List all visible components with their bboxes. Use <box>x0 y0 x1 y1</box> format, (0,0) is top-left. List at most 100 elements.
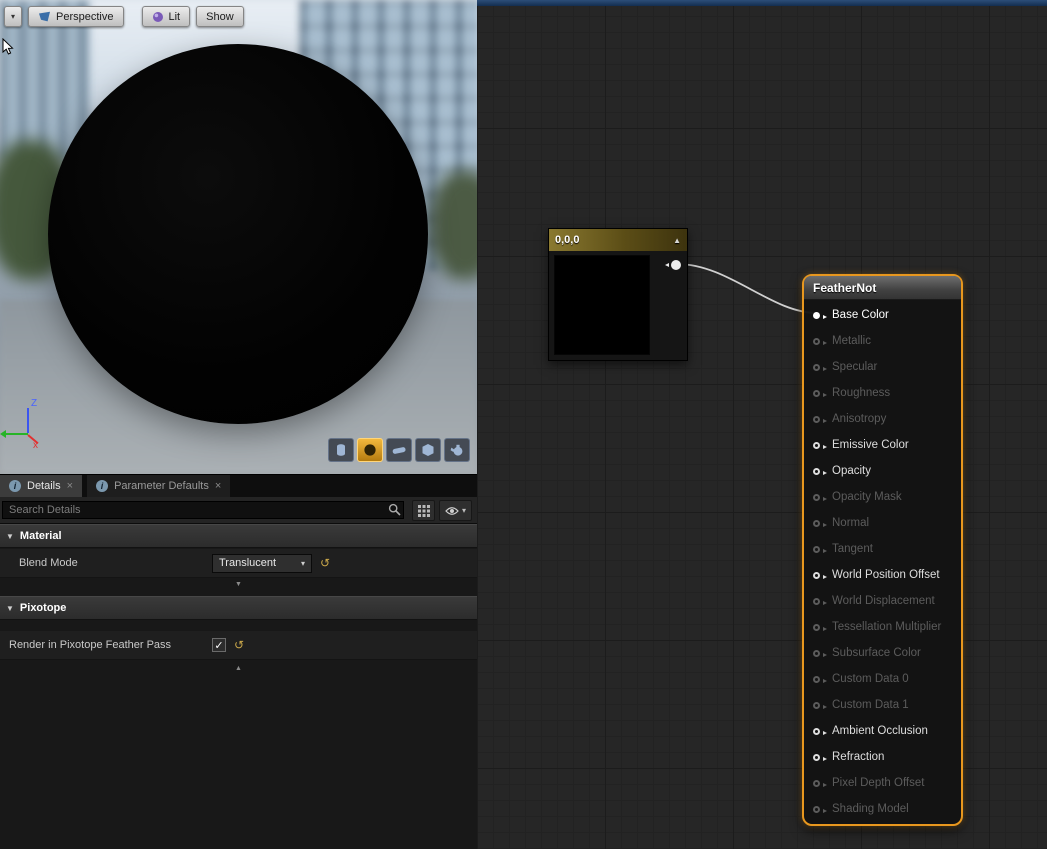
cube-icon <box>420 442 436 458</box>
material-pin[interactable]: Custom Data 1 <box>804 692 961 718</box>
lit-label: Lit <box>169 11 181 23</box>
pin-icon <box>813 390 820 397</box>
lit-button[interactable]: Lit <box>142 6 191 27</box>
material-pin[interactable]: Emissive Color <box>804 432 961 458</box>
pin-label: Metallic <box>832 335 871 347</box>
perspective-label: Perspective <box>56 11 113 23</box>
collapse-up-icon: ▲ <box>235 665 242 672</box>
lit-icon <box>152 11 164 23</box>
material-pin[interactable]: Anisotropy <box>804 406 961 432</box>
pin-label: Emissive Color <box>832 439 909 451</box>
material-pin[interactable]: Tessellation Multiplier <box>804 614 961 640</box>
section-header-pixotope[interactable]: ▼ Pixotope <box>0 596 477 620</box>
category-splitter-up[interactable]: ▲ <box>0 664 477 674</box>
preview-viewport[interactable]: ▾ Perspective Lit Show Z <box>0 0 477 474</box>
pin-icon <box>813 650 820 657</box>
feather-pass-checkbox[interactable]: ✓ <box>212 638 226 652</box>
axis-y-line <box>5 433 28 435</box>
material-pin[interactable]: Metallic <box>804 328 961 354</box>
blend-mode-value: Translucent <box>219 557 276 569</box>
material-pin[interactable]: Roughness <box>804 380 961 406</box>
material-node-title: FeatherNot <box>813 281 876 295</box>
material-pin[interactable]: Subsurface Color <box>804 640 961 666</box>
reset-to-default-icon[interactable]: ↺ <box>320 557 330 569</box>
preview-shape-custom-mesh-button[interactable] <box>444 438 470 462</box>
blend-mode-label: Blend Mode <box>0 557 78 569</box>
material-pin[interactable]: Shading Model <box>804 796 961 822</box>
pin-label: Ambient Occlusion <box>832 725 928 737</box>
material-pin[interactable]: World Displacement <box>804 588 961 614</box>
close-icon[interactable]: × <box>67 480 73 492</box>
material-pin[interactable]: Opacity <box>804 458 961 484</box>
material-pin[interactable]: Opacity Mask <box>804 484 961 510</box>
section-header-material[interactable]: ▼ Material <box>0 524 477 548</box>
pin-icon <box>813 572 820 579</box>
left-column: ▾ Perspective Lit Show Z <box>0 0 477 849</box>
pin-icon <box>813 494 820 501</box>
preview-shape-cube-button[interactable] <box>415 438 441 462</box>
material-pin[interactable]: Specular <box>804 354 961 380</box>
pin-icon <box>813 728 820 735</box>
expand-down-icon: ▼ <box>235 581 242 588</box>
material-pin[interactable]: Custom Data 0 <box>804 666 961 692</box>
mouse-cursor <box>2 38 14 56</box>
show-button[interactable]: Show <box>196 6 244 27</box>
axis-z-label: Z <box>31 398 37 409</box>
preview-sphere <box>48 44 428 424</box>
pin-icon <box>813 442 820 449</box>
pin-label: Refraction <box>832 751 884 763</box>
material-result-node[interactable]: FeatherNot Base Color Metallic Specular … <box>802 274 963 826</box>
custom-mesh-icon <box>449 442 465 458</box>
constant-color-node[interactable]: 0,0,0 ▲ <box>548 228 688 361</box>
feather-pass-row: Render in Pixotope Feather Pass ✓ ↺ <box>0 631 477 660</box>
tab-parameter-defaults-label: Parameter Defaults <box>114 480 209 492</box>
tab-details[interactable]: i Details × <box>0 475 82 497</box>
material-pin[interactable]: Ambient Occlusion <box>804 718 961 744</box>
perspective-button[interactable]: Perspective <box>28 6 123 27</box>
close-icon[interactable]: × <box>215 480 221 492</box>
material-node-header[interactable]: FeatherNot <box>804 276 961 300</box>
pin-icon <box>813 806 820 813</box>
pin-label: Custom Data 0 <box>832 673 909 685</box>
category-splitter-down[interactable]: ▼ <box>0 580 477 590</box>
axis-z-line <box>27 408 29 433</box>
reset-to-default-icon[interactable]: ↺ <box>234 639 244 651</box>
details-tabbar: i Details × i Parameter Defaults × <box>0 475 477 497</box>
output-pin[interactable] <box>671 260 681 270</box>
pin-label: Custom Data 1 <box>832 699 909 711</box>
material-pin[interactable]: Normal <box>804 510 961 536</box>
material-pin[interactable]: Pixel Depth Offset <box>804 770 961 796</box>
tab-parameter-defaults[interactable]: i Parameter Defaults × <box>87 475 230 497</box>
preview-shape-plane-button[interactable] <box>386 438 412 462</box>
material-pin[interactable]: World Position Offset <box>804 562 961 588</box>
show-label: Show <box>206 11 234 23</box>
pin-label: Specular <box>832 361 877 373</box>
eye-icon <box>445 506 459 516</box>
info-icon: i <box>9 480 21 492</box>
preview-shape-cylinder-button[interactable] <box>328 438 354 462</box>
material-pin[interactable]: Tangent <box>804 536 961 562</box>
chevron-down-icon: ▾ <box>462 506 466 515</box>
pin-icon <box>813 416 820 423</box>
cylinder-icon <box>333 442 349 458</box>
material-pin[interactable]: Refraction <box>804 744 961 770</box>
color-swatch[interactable] <box>554 255 650 355</box>
pin-label: Subsurface Color <box>832 647 921 659</box>
material-pin[interactable]: Base Color <box>804 302 961 328</box>
pin-icon <box>813 702 820 709</box>
blend-mode-dropdown[interactable]: Translucent ▾ <box>212 554 312 573</box>
view-filter-button[interactable]: ▾ <box>439 500 472 521</box>
material-node-pins: Base Color Metallic Specular Roughness A… <box>804 300 961 822</box>
pin-icon <box>813 468 820 475</box>
preview-shape-sphere-button[interactable] <box>357 438 383 462</box>
display-options-button[interactable] <box>412 500 435 521</box>
pin-icon <box>813 312 820 319</box>
search-input[interactable] <box>2 501 404 519</box>
constant-node-header[interactable]: 0,0,0 ▲ <box>549 229 687 251</box>
material-graph-canvas[interactable]: 0,0,0 ▲ FeatherNot Base Color Metallic S… <box>477 0 1047 849</box>
collapse-up-icon[interactable]: ▲ <box>673 236 681 245</box>
viewport-options-button[interactable]: ▾ <box>4 6 22 27</box>
graph-focus-bar <box>477 0 1047 6</box>
chevron-down-icon: ▾ <box>11 12 15 21</box>
pin-icon <box>813 754 820 761</box>
